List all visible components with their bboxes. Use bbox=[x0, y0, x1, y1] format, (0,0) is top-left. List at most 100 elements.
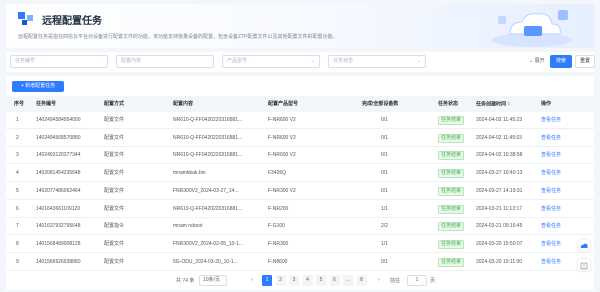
cell-created: 2024-03-20 10:11:00 bbox=[476, 258, 523, 265]
cell-created: 2024-03-21 11:13:17 bbox=[476, 205, 523, 212]
cell-model: F-NR600 V2 bbox=[268, 117, 296, 123]
status-badge: 任务结束 bbox=[438, 130, 465, 146]
product-model-select[interactable]: 产品型号 ⌄ bbox=[222, 55, 320, 68]
search-button[interactable]: 搜索 bbox=[550, 55, 572, 68]
status-tag: 任务结束 bbox=[438, 116, 465, 125]
prev-page-icon[interactable]: ‹ bbox=[247, 275, 257, 286]
cell-task-id: 1402493120377344 bbox=[36, 152, 81, 159]
cell-task-id: 1402494568570880 bbox=[36, 134, 81, 141]
cell-no: 6 bbox=[16, 205, 19, 212]
total-count: 共 74 条 bbox=[176, 278, 195, 284]
task-id-input[interactable]: 任务编号 bbox=[10, 55, 108, 68]
view-task-link[interactable]: 查看任务 bbox=[541, 218, 561, 234]
page-button[interactable]: 8 bbox=[356, 275, 367, 286]
cell-progress: 2/2 bbox=[381, 223, 388, 230]
expand-label: 展开 bbox=[534, 58, 545, 64]
table-row: 3 1402493120377344 配置文件 NR610-Q-FF042022031… bbox=[6, 147, 594, 165]
cloud-icon bbox=[580, 243, 588, 248]
cell-progress: 0/1 bbox=[381, 152, 388, 159]
page-button[interactable]: 4 bbox=[302, 275, 313, 286]
task-status-select[interactable]: 任务状态 ⌄ bbox=[328, 55, 426, 68]
view-task-link[interactable]: 查看任务 bbox=[541, 165, 561, 181]
status-tag: 任务结束 bbox=[438, 169, 465, 179]
page-size-value: 10条/页 bbox=[203, 277, 220, 283]
status-tag: 任务结束 bbox=[438, 204, 465, 214]
config-content-input[interactable]: 配置内容 bbox=[116, 55, 214, 68]
chevron-down-icon: ⌄ bbox=[529, 58, 534, 64]
table-row: 9 1401566926938880 配置文件 5G-ODU_2024-03-20_1… bbox=[6, 254, 594, 271]
feedback-icon bbox=[580, 262, 588, 270]
cell-progress: 1/1 bbox=[381, 240, 388, 247]
cell-content: NR610-Q-FF0420220316881... bbox=[173, 134, 243, 141]
table-row: 6 1401643661109120 配置文件 NR610-Q-FF042022031… bbox=[6, 201, 594, 218]
cell-created: 2024-04-02 11:45:03 bbox=[476, 134, 523, 141]
cell-progress: 0/1 bbox=[381, 117, 388, 123]
page-ellipsis[interactable]: ... bbox=[343, 275, 353, 286]
page-button[interactable]: 1 bbox=[262, 275, 272, 286]
page-button[interactable]: 6 bbox=[329, 275, 340, 286]
cell-content: 5G-ODU_2024-03-20_10-1... bbox=[173, 258, 238, 265]
pagination: 共 74 条 10条/页 ‹ 1 2 3 4 5 6... 8 › 前往 1 页 bbox=[6, 274, 594, 288]
goto-page-input[interactable]: 1 bbox=[407, 275, 427, 286]
status-tag: 任务结束 bbox=[438, 151, 465, 161]
status-tag: 任务结束 bbox=[438, 239, 465, 249]
table-header: 序号 任务编号 配置方式 配置内容 配置产品型号 完成/全部设备数 任务状态 任… bbox=[6, 96, 594, 112]
status-tag: 任务结束 bbox=[438, 133, 465, 143]
page-button[interactable]: 3 bbox=[289, 275, 299, 286]
new-config-task-button[interactable]: + 新增配置任务 bbox=[12, 81, 64, 92]
cell-no: 9 bbox=[16, 258, 19, 265]
cell-no: 7 bbox=[16, 223, 19, 230]
view-task-link[interactable]: 查看任务 bbox=[541, 254, 561, 270]
view-task-link[interactable]: 查看任务 bbox=[541, 147, 561, 163]
view-task-link[interactable]: 查看任务 bbox=[541, 201, 561, 217]
next-page-icon[interactable]: › bbox=[374, 275, 384, 286]
cell-method: 配置文件 bbox=[104, 170, 125, 177]
col-header-model: 配置产品型号 bbox=[268, 101, 299, 107]
feedback-button[interactable] bbox=[578, 259, 590, 271]
cell-no: 1 bbox=[16, 117, 19, 123]
view-task-link[interactable]: 查看任务 bbox=[541, 112, 561, 128]
cell-content: NR610-Q-FF0420220316881... bbox=[173, 117, 243, 123]
cell-method: 配置文件 bbox=[104, 134, 125, 141]
cell-method: 配置文件 bbox=[104, 152, 125, 159]
table-row: 2 1402494568570880 配置文件 NR610-Q-FF042022031… bbox=[6, 130, 594, 147]
expand-toggle[interactable]: ⌄ 展开 bbox=[529, 57, 545, 64]
status-tag: 任务结束 bbox=[438, 186, 465, 196]
cloud-service-button[interactable] bbox=[578, 239, 590, 251]
table-row: 1 1402494584954000 配置文件 NR610-Q-FF042022031… bbox=[6, 112, 594, 129]
cell-content: FNR300V2_2024-02-05_10-1... bbox=[173, 240, 244, 247]
cell-model: F-G100 bbox=[268, 223, 285, 230]
cell-no: 4 bbox=[16, 170, 19, 177]
task-table-panel: + 新增配置任务 序号 任务编号 配置方式 配置内容 配置产品型号 完成/全部设… bbox=[6, 76, 594, 290]
task-status-placeholder: 任务状态 bbox=[333, 58, 354, 64]
col-header-created[interactable]: 任务创建时间⇅ bbox=[476, 96, 510, 112]
logo-icon bbox=[18, 12, 33, 25]
page-size-select[interactable]: 10条/页 bbox=[199, 275, 227, 286]
page-description: 远程配置任务是指在四信云平台对设备进行配置文件的功能，该功能支持批量设备的配置，… bbox=[18, 34, 338, 40]
page-button[interactable]: 5 bbox=[316, 275, 326, 286]
cell-progress: 0/1 bbox=[381, 134, 388, 141]
cell-method: 配置文件 bbox=[104, 240, 125, 247]
reset-button[interactable]: 重置 bbox=[575, 55, 595, 68]
col-header-progress: 完成/全部设备数 bbox=[362, 101, 399, 107]
view-task-link[interactable]: 查看任务 bbox=[541, 130, 561, 146]
cell-model: F-NR200 bbox=[268, 205, 289, 212]
cell-task-id: 1401637932795648 bbox=[36, 223, 81, 230]
status-badge: 任务结束 bbox=[438, 147, 465, 163]
cell-task-id: 1402494584954000 bbox=[36, 117, 81, 123]
cell-content: NR610-Q-FF0420220316881... bbox=[173, 152, 243, 159]
cell-content: mnam reboot bbox=[173, 223, 203, 230]
status-badge: 任务结束 bbox=[438, 218, 465, 234]
view-task-link[interactable]: 查看任务 bbox=[541, 183, 561, 199]
col-header-no: 序号 bbox=[14, 101, 25, 107]
sort-icon: ⇅ bbox=[507, 101, 511, 106]
cell-model: F-NR300 V2 bbox=[268, 187, 296, 194]
status-badge: 任务结束 bbox=[438, 112, 465, 128]
page-title: 远程配置任务 bbox=[42, 16, 102, 27]
col-header-status: 任务状态 bbox=[438, 101, 459, 107]
cell-no: 5 bbox=[16, 187, 19, 194]
view-task-link[interactable]: 查看任务 bbox=[541, 236, 561, 252]
page-button[interactable]: 2 bbox=[275, 275, 286, 286]
cell-model: F-N8600 bbox=[268, 258, 288, 265]
col-header-method: 配置方式 bbox=[104, 101, 125, 107]
